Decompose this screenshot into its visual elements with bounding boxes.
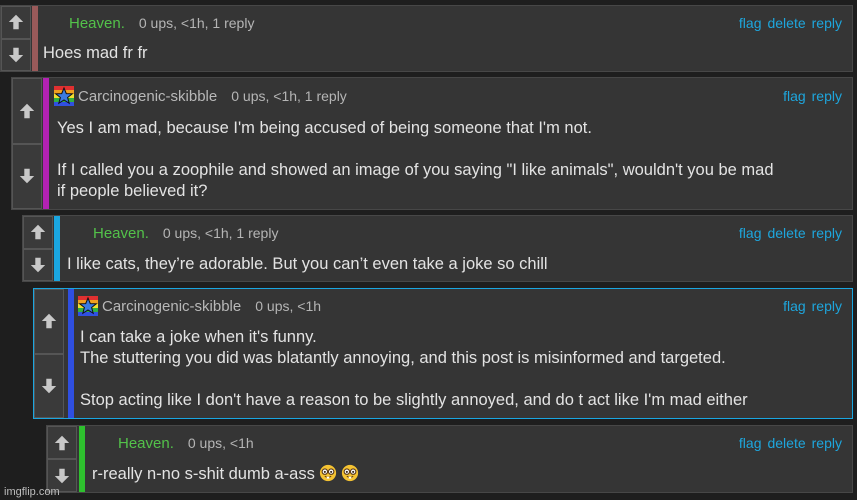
reply-link[interactable]: reply — [812, 298, 842, 314]
nerd-face-emoji-icon — [341, 464, 358, 482]
vote-controls — [34, 289, 64, 418]
downvote-button[interactable] — [1, 38, 31, 71]
arrow-down-icon — [54, 468, 70, 483]
nerd-face-emoji-icon — [319, 464, 336, 482]
arrow-down-icon — [30, 257, 46, 272]
flag-link[interactable]: flag — [783, 88, 806, 104]
username-link[interactable]: Heaven. — [118, 435, 174, 452]
thread-depth-bar — [32, 6, 38, 71]
comment-text: The stuttering you did was blatantly ann… — [80, 349, 726, 367]
flag-link[interactable]: flag — [739, 225, 762, 241]
comment-header: Carcinogenic-skibble 0 ups, <1h, 1 reply — [54, 85, 347, 107]
arrow-up-icon — [19, 103, 35, 118]
comment-text: I like cats, they’re adorable. But you c… — [67, 255, 548, 273]
arrow-up-icon — [30, 225, 46, 240]
comment-meta: 0 ups, <1h — [187, 435, 254, 451]
arrow-down-icon — [19, 169, 35, 184]
comment-text: if people believed it? — [57, 182, 208, 200]
comment-text-content: r-really n-no s-shit dumb a-ass — [92, 465, 315, 483]
comment: Heaven. 0 ups, <1h, 1 reply flag delete … — [0, 5, 853, 72]
comment-body: I like cats, they’re adorable. But you c… — [67, 254, 842, 275]
vote-controls — [47, 426, 77, 492]
comment-actions: flag reply — [777, 295, 842, 317]
comment-body: Hoes mad fr fr — [43, 43, 842, 64]
comment-actions: flag reply — [777, 85, 842, 107]
comment-header: Carcinogenic-skibble 0 ups, <1h — [78, 295, 321, 317]
comment-meta: 0 ups, <1h, 1 reply — [162, 225, 279, 241]
upvote-button[interactable] — [1, 6, 31, 39]
username-link[interactable]: Heaven. — [93, 225, 149, 242]
comment-text: I can take a joke when it's funny. — [80, 328, 317, 346]
flag-link[interactable]: flag — [739, 435, 762, 451]
comment-meta: 0 ups, <1h, 1 reply — [138, 15, 255, 31]
reply-link[interactable]: reply — [812, 15, 842, 31]
downvote-button[interactable] — [34, 353, 64, 418]
comment-header: Heaven. 0 ups, <1h, 1 reply — [69, 12, 254, 34]
comment-text: If I called you a zoophile and showed an… — [57, 161, 774, 179]
comment-actions: flag delete reply — [733, 12, 842, 34]
avatar-star-icon[interactable] — [78, 296, 98, 316]
arrow-up-icon — [54, 435, 70, 450]
comment: Carcinogenic-skibble 0 ups, <1h, 1 reply… — [11, 77, 853, 210]
comment-actions: flag delete reply — [733, 432, 842, 454]
comment-text: Stop acting like I don't have a reason t… — [80, 391, 748, 409]
comment-body: Yes I am mad, because I'm being accused … — [57, 118, 842, 202]
comment-header: Heaven. 0 ups, <1h — [118, 432, 254, 454]
comment-header: Heaven. 0 ups, <1h, 1 reply — [93, 222, 278, 244]
comment: Heaven. 0 ups, <1h, 1 reply flag delete … — [22, 215, 853, 282]
vote-controls — [12, 78, 42, 209]
comment-text: r-really n-no s-shit dumb a-ass — [92, 464, 842, 485]
comment: Carcinogenic-skibble 0 ups, <1h flag rep… — [33, 288, 853, 419]
arrow-down-icon — [8, 47, 24, 62]
flag-link[interactable]: flag — [783, 298, 806, 314]
thread-depth-bar — [68, 289, 74, 418]
delete-link[interactable]: delete — [767, 15, 805, 31]
downvote-button[interactable] — [23, 248, 53, 281]
delete-link[interactable]: delete — [767, 435, 805, 451]
username-link[interactable]: Carcinogenic-skibble — [78, 88, 217, 105]
vote-controls — [1, 6, 31, 71]
comment: Heaven. 0 ups, <1h flag delete reply r-r… — [46, 425, 853, 493]
comment-actions: flag delete reply — [733, 222, 842, 244]
vote-controls — [23, 216, 53, 281]
delete-link[interactable]: delete — [767, 225, 805, 241]
comment-meta: 0 ups, <1h — [255, 298, 322, 314]
upvote-button[interactable] — [12, 78, 42, 144]
comment-text: Hoes mad fr fr — [43, 44, 148, 62]
comment-body: I can take a joke when it's funny. The s… — [80, 327, 842, 411]
thread-depth-bar — [54, 216, 60, 281]
upvote-button[interactable] — [47, 426, 77, 459]
arrow-up-icon — [41, 314, 57, 329]
comment-body: r-really n-no s-shit dumb a-ass — [92, 464, 842, 485]
reply-link[interactable]: reply — [812, 88, 842, 104]
username-link[interactable]: Heaven. — [69, 15, 125, 32]
comment-text: Yes I am mad, because I'm being accused … — [57, 119, 592, 137]
downvote-button[interactable] — [12, 143, 42, 209]
reply-link[interactable]: reply — [812, 435, 842, 451]
upvote-button[interactable] — [34, 289, 64, 354]
comment-thread: Heaven. 0 ups, <1h, 1 reply flag delete … — [0, 0, 857, 500]
thread-depth-bar — [43, 78, 49, 209]
imgflip-watermark: imgflip.com — [4, 486, 60, 498]
arrow-up-icon — [8, 15, 24, 30]
reply-link[interactable]: reply — [812, 225, 842, 241]
upvote-button[interactable] — [23, 216, 53, 249]
flag-link[interactable]: flag — [739, 15, 762, 31]
comment-meta: 0 ups, <1h, 1 reply — [231, 88, 347, 104]
username-link[interactable]: Carcinogenic-skibble — [102, 298, 241, 315]
avatar-star-icon[interactable] — [54, 86, 74, 106]
arrow-down-icon — [41, 378, 57, 393]
thread-depth-bar — [79, 426, 85, 492]
